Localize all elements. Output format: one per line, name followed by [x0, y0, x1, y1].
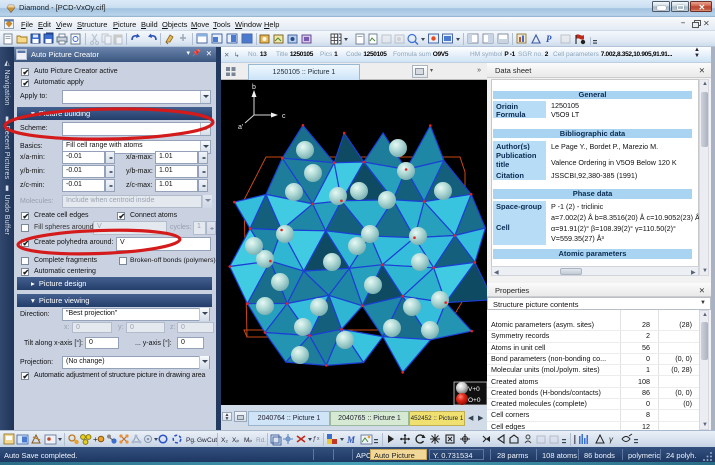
svg-text:O+0: O+0	[468, 397, 481, 404]
svg-text:a': a'	[238, 124, 243, 131]
svg-text:Xₚ: Xₚ	[232, 437, 239, 444]
svg-text:Cut: Cut	[207, 437, 217, 444]
svg-text:γ: γ	[609, 435, 614, 444]
svg-text:Rd.: Rd.	[256, 437, 266, 444]
svg-text:f: f	[313, 435, 316, 444]
svg-text:b: b	[252, 84, 256, 91]
svg-text:+: +	[93, 435, 98, 444]
svg-text:x: x	[317, 436, 320, 442]
svg-text:Gw: Gw	[197, 437, 207, 444]
svg-text:M: M	[346, 435, 356, 445]
svg-text:P: P	[546, 34, 552, 44]
svg-text:c: c	[282, 113, 286, 120]
svg-text:Pg.: Pg.	[186, 437, 196, 444]
svg-text:Mₚ: Mₚ	[244, 437, 252, 444]
svg-text:X₂: X₂	[221, 437, 228, 444]
svg-text:V+0: V+0	[468, 386, 480, 393]
